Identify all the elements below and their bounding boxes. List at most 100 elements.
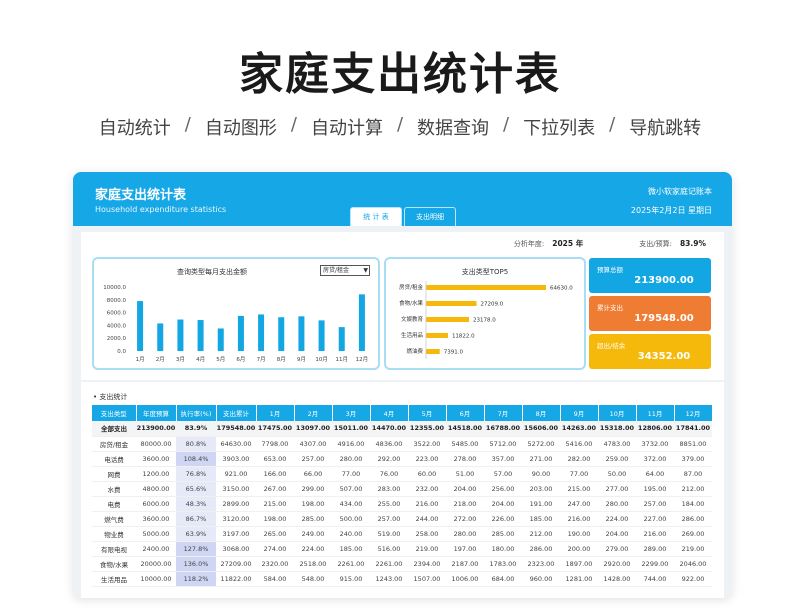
tab-details[interactable]: 支出明细 <box>404 207 456 226</box>
column-header[interactable]: 6月 <box>446 405 485 421</box>
table-cell: 12355.00 <box>408 421 446 437</box>
column-header[interactable]: 支出累计 <box>216 405 257 421</box>
table-cell: 4916.00 <box>332 436 370 452</box>
table-row: 水费 4800.00 65.6% 3150.00 267.00 299.00 507.00 2… <box>92 481 712 497</box>
table-cell: 1006.00 <box>446 571 484 587</box>
table-cell: 5485.00 <box>446 436 484 452</box>
table-cell: 6000.00 <box>136 496 176 512</box>
column-header[interactable]: 8月 <box>522 405 561 421</box>
table-cell: 3150.00 <box>216 481 256 497</box>
table-cell: 1507.00 <box>408 571 446 587</box>
top5-bar <box>426 317 470 322</box>
table-cell: 14263.00 <box>560 421 598 437</box>
table-cell: 278.00 <box>446 451 484 467</box>
view-tabs: 统 计 表 支出明细 <box>350 207 456 226</box>
column-header[interactable]: 9月 <box>560 405 599 421</box>
column-header[interactable]: 3月 <box>332 405 371 421</box>
table-cell: 191.00 <box>522 496 560 512</box>
type-selector[interactable]: 房贷/租金 ▼ <box>320 265 370 276</box>
table-cell: 198.00 <box>294 496 332 512</box>
column-header[interactable]: 执行率(%) <box>176 405 217 421</box>
top5-bar <box>426 349 440 354</box>
table-cell: 5712.00 <box>484 436 522 452</box>
column-header[interactable]: 7月 <box>484 405 523 421</box>
table-cell: 2323.00 <box>522 556 560 572</box>
top5-bar <box>426 285 546 290</box>
table-cell: 434.00 <box>332 496 370 512</box>
table-row: 燃气费 3600.00 86.7% 3120.00 198.00 285.00 500.00… <box>92 511 712 527</box>
x-tick-label: 12月 <box>356 356 369 363</box>
month-bar <box>137 301 144 351</box>
table-cell: 216.00 <box>636 526 674 542</box>
x-tick-label: 9月 <box>297 356 306 363</box>
table-cell: 215.00 <box>560 481 598 497</box>
type-selector-value: 房贷/租金 <box>323 267 350 274</box>
table-row: 房贷/租金 80000.00 80.8% 64630.00 7798.00 4307.00… <box>92 436 712 452</box>
execution-rate-cell: 108.4% <box>176 451 216 467</box>
table-cell: 3903.00 <box>216 451 256 467</box>
table-cell: 185.00 <box>522 511 560 527</box>
execution-rate-cell: 86.7% <box>176 511 216 527</box>
column-header[interactable]: 1月 <box>256 405 295 421</box>
table-cell: 3600.00 <box>136 511 176 527</box>
table-cell: 2920.00 <box>598 556 636 572</box>
execution-rate-cell: 48.3% <box>176 496 216 512</box>
table-cell: 1428.00 <box>598 571 636 587</box>
panel-subtitle: Household expenditure statistics <box>95 205 227 214</box>
table-cell: 14470.00 <box>370 421 408 437</box>
table-cell: 279.00 <box>598 541 636 557</box>
row-category: 全部支出 <box>92 421 136 437</box>
column-header[interactable]: 5月 <box>408 405 447 421</box>
x-tick-label: 7月 <box>257 356 266 363</box>
table-header-row: 支出类型 年度预算 执行率(%) 支出累计 1月 2月 3月 4月 5月 6月 7月 8月 9月 10月 1… <box>92 405 713 421</box>
feature-separator: / <box>503 114 510 135</box>
column-header[interactable]: 4月 <box>370 405 409 421</box>
table-cell: 7798.00 <box>256 436 294 452</box>
table-cell: 213900.00 <box>136 421 176 437</box>
table-cell: 60.00 <box>408 466 446 482</box>
top5-chart-title: 支出类型TOP5 <box>461 268 509 276</box>
feature-item: 自动统计 <box>98 118 171 139</box>
table-cell: 2299.00 <box>636 556 674 572</box>
table-cell: 197.00 <box>446 541 484 557</box>
execution-rate-cell: 76.8% <box>176 466 216 482</box>
table-row: 食物/水果 20000.00 136.0% 27209.00 2320.00 2518.0… <box>92 556 712 572</box>
column-header[interactable]: 支出类型 <box>92 405 137 421</box>
chevron-down-icon: ▼ <box>363 267 368 274</box>
kpi-balance: 超出/结余 34352.00 <box>589 334 711 369</box>
year-value[interactable]: 2025 年 <box>552 238 583 249</box>
table-cell: 20000.00 <box>136 556 176 572</box>
column-header[interactable]: 12月 <box>674 405 713 421</box>
stats-table-section: • 支出统计 支出类型 年度预算 执行率(%) 支出累计 1月 2月 3月 4月 5月 6月 7月 8… <box>81 382 724 598</box>
brand-label: 微小软家庭记账本 <box>648 187 712 196</box>
table-total-row: 全部支出 213900.00 83.9% 179548.00 17475.00 13097… <box>92 421 712 437</box>
table-cell: 77.00 <box>332 466 370 482</box>
column-header[interactable]: 2月 <box>294 405 333 421</box>
table-cell: 500.00 <box>332 511 370 527</box>
column-header[interactable]: 10月 <box>598 405 637 421</box>
execution-rate-cell: 80.8% <box>176 436 216 452</box>
table-cell: 90.00 <box>522 466 560 482</box>
table-cell: 224.00 <box>294 541 332 557</box>
row-category: 燃气费 <box>92 511 136 527</box>
column-header[interactable]: 年度预算 <box>136 405 177 421</box>
table-cell: 64630.00 <box>216 436 256 452</box>
month-bar <box>338 327 345 351</box>
table-cell: 8851.00 <box>674 436 712 452</box>
table-row: 有限电视 2400.00 127.8% 3068.00 274.00 224.00 185.… <box>92 541 712 557</box>
table-cell: 271.00 <box>522 451 560 467</box>
table-cell: 3732.00 <box>636 436 674 452</box>
column-header[interactable]: 11月 <box>636 405 675 421</box>
filter-row: 分析年度: 2025 年 支出/预算: 83.9% <box>514 238 706 249</box>
table-cell: 282.00 <box>560 451 598 467</box>
table-cell: 283.00 <box>370 481 408 497</box>
table-cell: 257.00 <box>636 496 674 512</box>
tab-stats[interactable]: 统 计 表 <box>350 207 402 226</box>
table-cell: 292.00 <box>370 451 408 467</box>
feature-item: 自动计算 <box>310 118 383 139</box>
execution-rate-cell: 127.8% <box>176 541 216 557</box>
kpi-spent-total: 累计支出 179548.00 <box>589 296 711 331</box>
table-cell: 232.00 <box>408 481 446 497</box>
x-tick-label: 6月 <box>236 356 245 363</box>
ratio-label: 支出/预算: <box>639 239 672 248</box>
